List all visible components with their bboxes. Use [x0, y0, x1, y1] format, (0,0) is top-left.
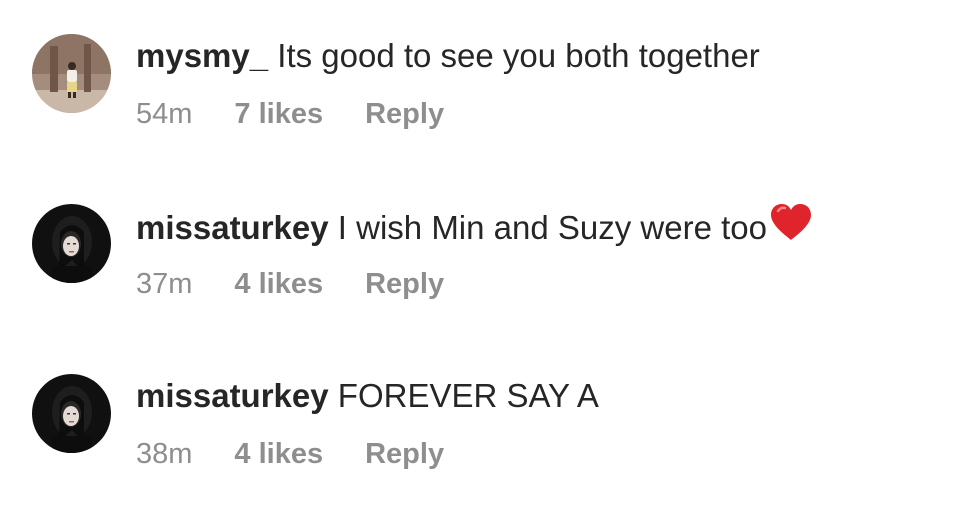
comment-time: 38m: [136, 438, 193, 470]
avatar[interactable]: [32, 34, 111, 113]
comment-line: missaturkey I wish Min and Suzy were too: [136, 204, 813, 255]
comment-likes[interactable]: 7 likes: [234, 96, 323, 132]
dark-portrait-avatar-icon: [32, 204, 111, 283]
reply-button[interactable]: Reply: [365, 96, 444, 132]
comment-likes[interactable]: 4 likes: [234, 436, 323, 472]
comment-username[interactable]: missaturkey: [136, 209, 329, 246]
avatar[interactable]: [32, 374, 111, 453]
red-heart-icon: [769, 202, 813, 251]
comment-line: missaturkey FOREVER SAY A: [136, 376, 599, 416]
comment-likes[interactable]: 4 likes: [234, 266, 323, 302]
comment-item: missaturkey I wish Min and Suzy were too…: [32, 204, 932, 324]
reply-button[interactable]: Reply: [365, 266, 444, 302]
person-standing-avatar-icon: [32, 34, 111, 113]
comment-meta: 54m 7 likes Reply: [136, 96, 444, 132]
comment-item: missaturkey FOREVER SAY A 38m 4 likes Repl…: [32, 374, 932, 494]
comment-username[interactable]: mysmy_: [136, 37, 268, 74]
comment-username[interactable]: missaturkey: [136, 377, 329, 414]
comment-item: mysmy_ Its good to see you both together…: [32, 34, 932, 154]
comment-time: 37m: [136, 268, 193, 300]
comment-line: mysmy_ Its good to see you both together: [136, 36, 760, 76]
comment-time: 54m: [136, 98, 193, 130]
dark-portrait-avatar-icon: [32, 374, 111, 453]
comment-text: I wish Min and Suzy were too: [337, 209, 767, 247]
comment-text: Its good to see you both together: [277, 37, 760, 74]
reply-button[interactable]: Reply: [365, 436, 444, 472]
comment-meta: 38m 4 likes Reply: [136, 436, 444, 472]
comment-meta: 37m 4 likes Reply: [136, 266, 444, 302]
comment-text: FOREVER SAY A: [337, 377, 599, 414]
avatar[interactable]: [32, 204, 111, 283]
